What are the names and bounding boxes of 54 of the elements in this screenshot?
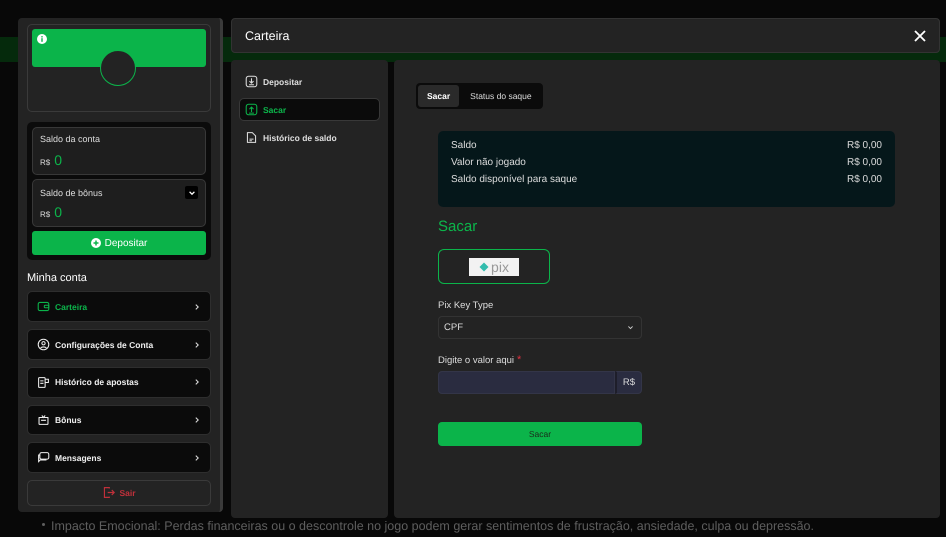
balance-label: Saldo da conta [40, 134, 100, 144]
section-title: Minha conta [27, 272, 88, 284]
chevron-icon[interactable] [185, 186, 198, 200]
user-icon [37, 338, 50, 352]
summary-value: R$ 0,00 [846, 157, 882, 168]
chevron-right-icon [193, 378, 201, 386]
field-label: Digite o valor aqui [438, 355, 514, 366]
currency-label: R$ [40, 158, 50, 168]
menu-item[interactable]: Bônus [27, 404, 211, 436]
close-icon[interactable] [914, 30, 926, 42]
field-label: Pix Key Type [438, 300, 494, 311]
chevron-right-icon [193, 340, 201, 349]
chevron-right-icon [193, 416, 201, 424]
amount-input[interactable] [438, 371, 615, 394]
document-icon [245, 131, 258, 144]
logout-icon [102, 486, 116, 500]
pix-logo: pix [469, 258, 519, 276]
wallet-icon [37, 300, 50, 314]
wallet-nav-item[interactable]: Depositar [239, 70, 380, 93]
balance-label: Saldo de bônus [40, 188, 103, 198]
wallet-nav-item[interactable]: Sacar [239, 98, 380, 121]
summary-value: R$ 0,00 [846, 140, 882, 151]
tab[interactable]: Sacar [418, 85, 460, 107]
chevron-right-icon [193, 454, 201, 462]
required-mark: * [517, 355, 522, 366]
tab[interactable]: Status do saque [461, 85, 541, 107]
chevron-right-icon [193, 302, 201, 311]
section-heading: Sacar [438, 218, 478, 235]
wallet-nav-item[interactable]: Histórico de saldo [239, 126, 380, 149]
download-icon [245, 75, 258, 88]
chevron-down-icon [627, 324, 634, 331]
summary-label: Saldo [451, 140, 477, 151]
currency-addon: R$ [615, 371, 642, 394]
summary-label: Saldo disponível para saque [451, 174, 578, 185]
summary-label: Valor não jogado [451, 157, 526, 168]
pix-key-type-dropdown[interactable]: CPF [438, 316, 642, 339]
summary-value: R$ 0,00 [846, 174, 882, 185]
menu-item[interactable]: Histórico de apostas [27, 366, 211, 398]
receipt-icon [37, 376, 50, 389]
balance-value: 0 [54, 152, 62, 168]
withdraw-button[interactable]: Sacar [438, 422, 642, 446]
chat-icon [37, 451, 50, 464]
upload-icon [245, 103, 258, 116]
info-icon[interactable] [37, 34, 47, 44]
gift-icon [37, 413, 50, 426]
currency-label: R$ [40, 210, 50, 220]
balance-value: 0 [54, 204, 62, 220]
modal-title: Carteira [245, 28, 290, 42]
menu-item[interactable]: Configurações de Conta [27, 329, 211, 360]
bullet-text: Impacto Emocional: Perdas financeiras ou o descontrole no jogo podem gerar sentimentos de frustração, ansiedade, culpa ou depressão. [51, 519, 814, 535]
menu-item[interactable]: Carteira [27, 291, 211, 322]
menu-item[interactable]: Mensagens [27, 442, 211, 473]
bullet-icon [42, 523, 45, 526]
plus-circle-icon [90, 238, 101, 248]
